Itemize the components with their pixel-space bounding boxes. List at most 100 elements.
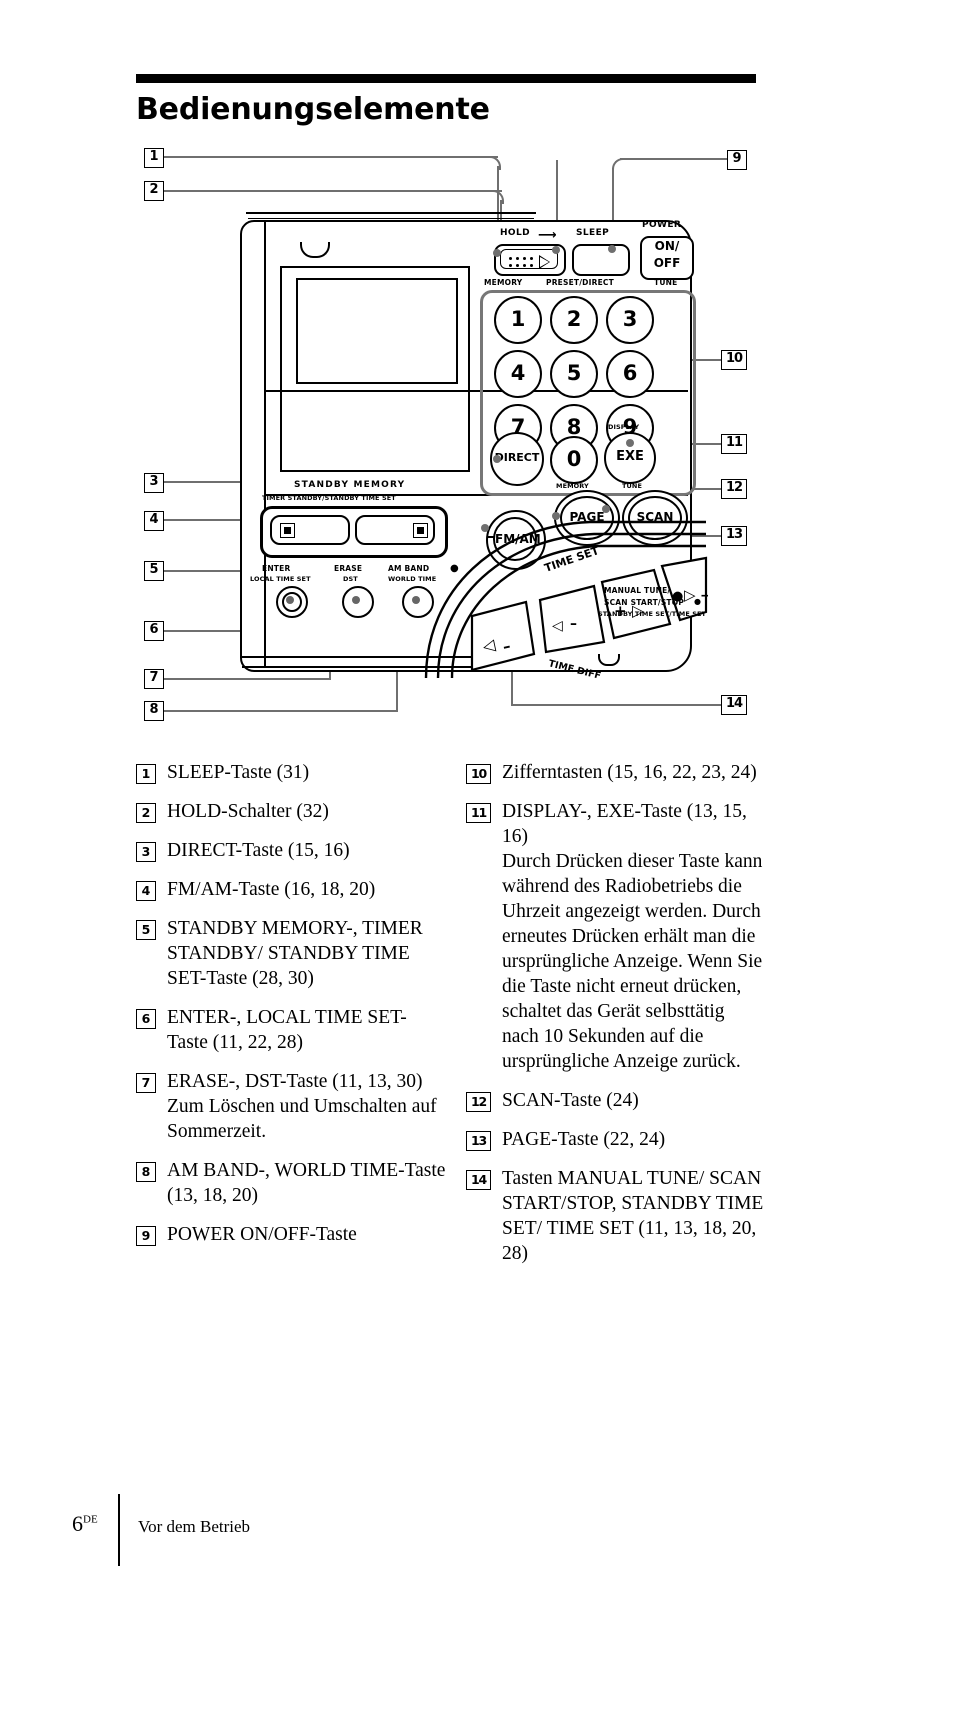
legend-item-5: 5 STANDBY MEMORY-, TIMER STANDBY/ STANDB… xyxy=(136,916,446,991)
memory-tune-tune-label: TUNE xyxy=(622,482,642,490)
leader-9-dot xyxy=(608,245,616,253)
shell-edge-line xyxy=(246,212,536,214)
manual-tune-label: MANUAL TUNE/ xyxy=(604,586,671,595)
sleep-button[interactable] xyxy=(572,244,630,276)
hold-arrow-glyph-icon xyxy=(539,255,550,269)
leader-1-dot xyxy=(493,249,501,257)
footer-section-label: Vor dem Betrieb xyxy=(138,1517,251,1536)
legend-item-7: 7 ERASE-, DST-Taste (11, 13, 30) Zum Lös… xyxy=(136,1069,446,1144)
leader-3-dot xyxy=(493,455,501,463)
key-4[interactable]: 4 xyxy=(494,350,542,398)
legend-item-3: 3 DIRECT-Taste (15, 16) xyxy=(136,838,446,863)
sleep-label: SLEEP xyxy=(576,228,610,238)
local-time-set-label: LOCAL TIME SET xyxy=(250,575,311,583)
scan-start-stop-label: SCAN START/STOP xyxy=(604,598,685,607)
legend-text-9: POWER ON/OFF-Taste xyxy=(167,1224,357,1245)
callout-6: 6 xyxy=(144,621,164,641)
legend-text-1: SLEEP-Taste (31) xyxy=(167,762,310,783)
hold-switch-inner xyxy=(500,249,558,269)
callout-1: 1 xyxy=(144,148,164,168)
standby-memory-icon-a xyxy=(280,523,295,538)
hold-arrow-icon: ⟶ xyxy=(538,228,558,243)
key-1[interactable]: 1 xyxy=(494,296,542,344)
legend-item-1: 1 SLEEP-Taste (31) xyxy=(136,760,446,785)
manual-page: Bedienungselemente 1 2 3 4 5 6 7 8 9 10 … xyxy=(0,0,954,1729)
lcd-lower-panel xyxy=(280,390,470,472)
legend-text-6: ENTER-, LOCAL TIME SET-Taste (11, 22, 28… xyxy=(167,1007,407,1053)
manual-tune-minus-sign: – xyxy=(570,616,577,632)
erase-label: ERASE xyxy=(334,564,363,573)
standby-memory-slot-a[interactable] xyxy=(270,515,350,545)
scan-start-stop-dot-icon: ● xyxy=(694,597,702,606)
legend-num-4: 4 xyxy=(136,881,156,901)
legend-num-7: 7 xyxy=(136,1073,156,1093)
legend-num-9: 9 xyxy=(136,1226,156,1246)
legend-num-10: 10 xyxy=(466,764,491,784)
enter-knob-center xyxy=(286,596,294,604)
callout-5: 5 xyxy=(144,561,164,581)
panel-divider-left xyxy=(264,220,266,666)
legend-column-left: 1 SLEEP-Taste (31) 2 HOLD-Schalter (32) … xyxy=(136,760,446,1261)
callout-13: 13 xyxy=(721,526,747,546)
manual-tune-minus-icon: ◁ xyxy=(552,618,563,634)
legend-text-5: STANDBY MEMORY-, TIMER STANDBY/ STANDBY … xyxy=(167,918,423,989)
callout-7: 7 xyxy=(144,669,164,689)
shell-edge-line-2 xyxy=(248,218,534,219)
key-0[interactable]: 0 xyxy=(550,436,598,484)
erase-knob-center xyxy=(352,596,360,604)
display-label: DISPLAY xyxy=(608,423,640,431)
legend-text-4: FM/AM-Taste (16, 18, 20) xyxy=(167,879,376,900)
key-3[interactable]: 3 xyxy=(606,296,654,344)
leader-13-dot xyxy=(552,512,560,520)
footer-page-number-value: 6 xyxy=(72,1511,83,1536)
callout-9: 9 xyxy=(727,150,747,170)
key-6[interactable]: 6 xyxy=(606,350,654,398)
standby-time-set-label: STANDBY TIME SET/TIME SET xyxy=(598,610,707,618)
key-5[interactable]: 5 xyxy=(550,350,598,398)
legend-item-12: 12 SCAN-Taste (24) xyxy=(466,1088,766,1113)
lcd-display xyxy=(280,266,470,392)
erase-knob-button[interactable] xyxy=(342,586,374,618)
legend-num-12: 12 xyxy=(466,1092,491,1112)
plus-sign-far: + xyxy=(700,588,708,604)
legend-item-8: 8 AM BAND-, WORLD TIME-Taste (13, 18, 20… xyxy=(136,1158,446,1208)
legend-text-13: PAGE-Taste (22, 24) xyxy=(502,1129,666,1150)
legend-num-11: 11 xyxy=(466,803,491,823)
legend-num-14: 14 xyxy=(466,1170,491,1190)
footer-divider xyxy=(118,1494,120,1566)
legend-column-right: 10 Zifferntasten (15, 16, 22, 23, 24) 11… xyxy=(466,760,766,1280)
power-on-off-button[interactable]: ON/ OFF xyxy=(640,236,694,280)
legend-item-2: 2 HOLD-Schalter (32) xyxy=(136,799,446,824)
lcd-display-inner xyxy=(296,278,458,384)
key-2[interactable]: 2 xyxy=(550,296,598,344)
callout-14: 14 xyxy=(721,695,747,715)
legend-text-2: HOLD-Schalter (32) xyxy=(167,801,329,822)
preset-direct-label: PRESET/DIRECT xyxy=(546,278,614,287)
leader-1 xyxy=(162,156,498,159)
memory-label: MEMORY xyxy=(484,278,523,287)
legend-item-10: 10 Zifferntasten (15, 16, 22, 23, 24) xyxy=(466,760,766,785)
page-title: Bedienungselemente xyxy=(136,92,490,127)
standby-memory-label: STANDBY MEMORY xyxy=(294,480,406,490)
legend-num-1: 1 xyxy=(136,764,156,784)
legend-item-13: 13 PAGE-Taste (22, 24) xyxy=(466,1127,766,1152)
hold-label: HOLD xyxy=(500,228,530,238)
callout-11: 11 xyxy=(721,434,747,454)
legend-text-12: SCAN-Taste (24) xyxy=(502,1090,639,1111)
tune-label: TUNE xyxy=(654,278,678,287)
enter-knob-button[interactable] xyxy=(276,586,308,618)
leader-sleep-dot xyxy=(552,246,560,254)
legend-text-3: DIRECT-Taste (15, 16) xyxy=(167,840,350,861)
legend-text-10: Zifferntasten (15, 16, 22, 23, 24) xyxy=(502,762,757,783)
title-rule xyxy=(136,74,756,83)
enter-label: ENTER xyxy=(262,564,291,573)
power-off-label: OFF xyxy=(653,256,681,270)
memory-tune-memory-label: MEMORY xyxy=(556,482,589,490)
callout-3: 3 xyxy=(144,473,164,493)
legend-item-6: 6 ENTER-, LOCAL TIME SET-Taste (11, 22, … xyxy=(136,1005,446,1055)
hold-grip-icon xyxy=(509,257,537,268)
leader-11-dot xyxy=(626,439,634,447)
power-on-label: ON/ xyxy=(654,239,680,253)
legend-num-6: 6 xyxy=(136,1009,156,1029)
legend-num-5: 5 xyxy=(136,920,156,940)
